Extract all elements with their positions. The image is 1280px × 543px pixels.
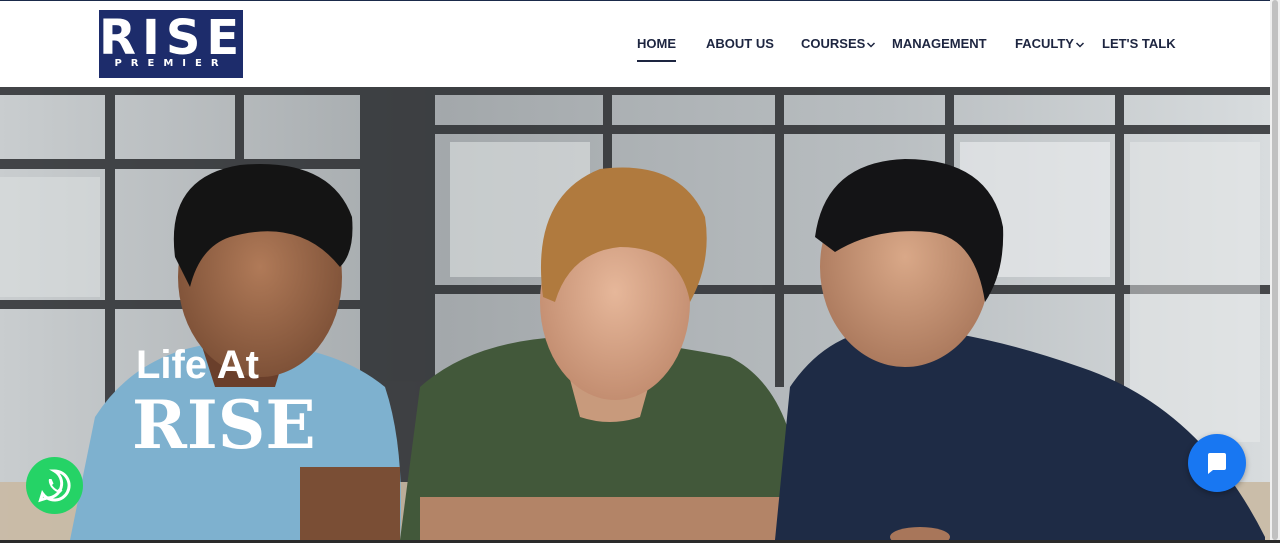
nav-item-courses[interactable]: COURSES xyxy=(801,35,876,53)
hero-photo xyxy=(0,87,1270,540)
whatsapp-button[interactable] xyxy=(26,457,83,514)
nav-item-faculty-label: FACULTY xyxy=(1015,36,1074,51)
chat-bubble-icon xyxy=(1208,453,1226,474)
chevron-down-icon xyxy=(1075,42,1085,48)
hero-banner: Life At RISE xyxy=(0,87,1270,540)
nav-item-courses-label: COURSES xyxy=(801,36,866,51)
nav-item-about-us[interactable]: ABOUT US xyxy=(706,35,774,53)
nav-item-management[interactable]: MANAGEMENT xyxy=(892,35,987,53)
scrollbar-thumb[interactable] xyxy=(1272,0,1278,540)
whatsapp-icon xyxy=(38,469,71,503)
nav-item-home[interactable]: HOME xyxy=(637,35,676,62)
site-header: RISE PREMIER HOME ABOUT US COURSES MANAG… xyxy=(0,1,1270,87)
main-navigation: HOME ABOUT US COURSES MANAGEMENT FACULTY… xyxy=(0,1,1270,87)
live-chat-button[interactable] xyxy=(1188,434,1246,492)
nav-item-lets-talk[interactable]: LET'S TALK xyxy=(1102,35,1176,53)
hero-heading-line1: Life At xyxy=(136,343,259,387)
vertical-scrollbar[interactable] xyxy=(1270,0,1280,543)
nav-item-faculty[interactable]: FACULTY xyxy=(1015,35,1085,53)
chevron-down-icon xyxy=(867,42,876,48)
hero-heading-line2: RISE xyxy=(132,386,316,464)
